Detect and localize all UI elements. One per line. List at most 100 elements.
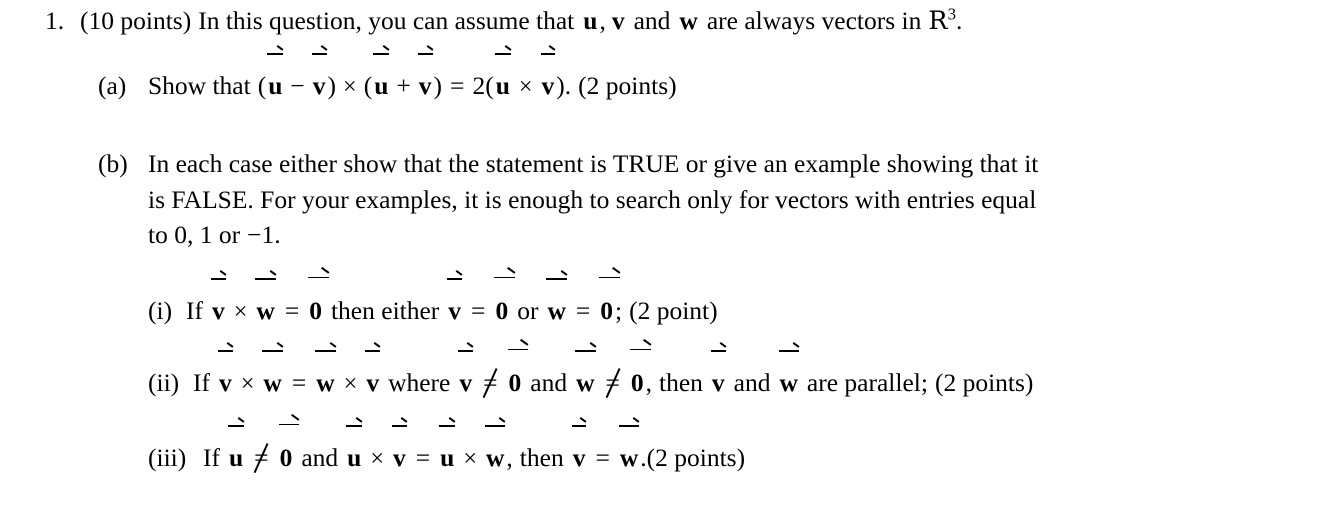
and-word: and bbox=[733, 368, 771, 397]
vector-v: v bbox=[710, 350, 726, 397]
dimension-exponent: 3 bbox=[947, 4, 957, 24]
conjunction-and: and bbox=[633, 6, 671, 35]
subpart-i-marker: (i) bbox=[148, 296, 173, 325]
vector-u: u bbox=[346, 425, 363, 472]
vector-zero: 0 bbox=[308, 276, 329, 325]
part-a-verb: Show that bbox=[148, 71, 251, 100]
vector-w: w bbox=[618, 425, 640, 472]
vector-v: v bbox=[447, 278, 462, 325]
comma: , bbox=[506, 443, 513, 472]
part-b-subpart-ii: (ii) If v × w = w × v where v = 0 and w = 0, then v and w ar… bbox=[148, 348, 1034, 397]
cross-product-operator: × bbox=[370, 445, 384, 472]
part-a-line: (a) Show that (u − v) × (u + v) = 2(u × v). (2 point… bbox=[98, 53, 677, 100]
subpart-iii-points: (2 points) bbox=[646, 443, 746, 472]
question-1-text: (10 points) In this question, you can ass… bbox=[80, 4, 963, 36]
vector-w: w bbox=[778, 350, 800, 397]
not-equals-operator: = bbox=[245, 445, 277, 471]
equals-operator: = bbox=[450, 71, 465, 100]
cross-product-operator: × bbox=[463, 445, 477, 472]
then-word: then bbox=[519, 443, 564, 472]
vector-v: v bbox=[210, 278, 226, 325]
if-word: If bbox=[186, 296, 203, 325]
equals-operator: = bbox=[291, 368, 307, 397]
or-word: or bbox=[517, 296, 539, 325]
vector-zero: 0 bbox=[278, 423, 299, 472]
cross-product-operator: × bbox=[343, 73, 357, 100]
question-stem-after: are always vectors in bbox=[706, 6, 922, 35]
where-word: where bbox=[388, 368, 451, 397]
part-b-text-line-1: In each case either show that the statem… bbox=[148, 149, 1039, 178]
vector-v: v bbox=[458, 350, 473, 397]
cross-product-operator: × bbox=[518, 73, 533, 100]
vector-w: w bbox=[679, 6, 698, 35]
equals-operator: = bbox=[471, 296, 486, 325]
question-comma: , bbox=[599, 6, 606, 35]
equals-operator: = bbox=[595, 443, 610, 472]
vector-w: w bbox=[546, 278, 568, 325]
vector-zero: 0 bbox=[507, 348, 528, 397]
vector-w: w bbox=[575, 350, 596, 397]
part-a-text: Show that (u − v) × (u + v) = 2(u × v). (2 points) bbox=[148, 53, 677, 100]
not-equals-operator: = bbox=[597, 370, 629, 396]
vector-v: v bbox=[217, 350, 233, 397]
part-b-line-2: is FALSE. For your examples, it is enoug… bbox=[148, 187, 1036, 213]
then-word: then bbox=[659, 368, 703, 397]
vector-w: w bbox=[485, 425, 506, 472]
subpart-iii-marker: (iii) bbox=[148, 443, 187, 472]
part-b-subpart-iii: (iii) If u = 0 and u × v = u × w, then v = w.(2 points) bbox=[148, 423, 746, 472]
part-b-marker: (b) bbox=[98, 149, 128, 178]
vector-v: v bbox=[311, 53, 327, 100]
vector-u: u bbox=[583, 6, 598, 35]
and-word: and bbox=[301, 443, 339, 472]
paren-close-2: ) bbox=[433, 71, 443, 100]
vector-w: w bbox=[315, 350, 337, 397]
part-b-text-line-3: to 0, 1 or −1. bbox=[148, 222, 281, 248]
paren-close-3: ) bbox=[556, 71, 565, 100]
real-numbers-symbol: R bbox=[928, 6, 948, 36]
part-b-minus-one: −1 bbox=[247, 220, 275, 249]
vector-u: u bbox=[267, 53, 284, 100]
exercise-page: 1. (10 points) In this question, you can … bbox=[0, 0, 1326, 512]
subpart-i-points: (2 point) bbox=[629, 296, 718, 325]
vector-u: u bbox=[373, 53, 390, 100]
paren-open-1: ( bbox=[257, 71, 267, 100]
cross-product-operator: × bbox=[343, 370, 358, 397]
vector-u: u bbox=[494, 53, 512, 100]
equals-operator: = bbox=[284, 296, 300, 325]
vector-v: v bbox=[611, 6, 625, 35]
cross-product-operator: × bbox=[240, 370, 255, 397]
vector-zero: 0 bbox=[599, 276, 620, 325]
vector-v: v bbox=[540, 53, 556, 100]
vector-w: w bbox=[262, 350, 284, 397]
part-a-period: . bbox=[564, 71, 572, 100]
cross-product-operator: × bbox=[233, 298, 248, 325]
if-word: If bbox=[203, 443, 220, 472]
vector-v: v bbox=[571, 425, 587, 472]
plus-operator: + bbox=[396, 71, 411, 100]
vector-v: v bbox=[392, 425, 407, 472]
minus-operator: − bbox=[290, 71, 305, 100]
paren-open-2: ( bbox=[363, 71, 373, 100]
and-word: and bbox=[530, 368, 568, 397]
subpart-ii-points: (2 points) bbox=[934, 368, 1034, 397]
vector-zero: 0 bbox=[494, 276, 515, 325]
question-number: 1. bbox=[45, 6, 65, 35]
part-b-line-3: to 0, 1 or −1. bbox=[148, 222, 281, 248]
equals-operator: = bbox=[575, 296, 591, 325]
vector-zero: 0 bbox=[629, 348, 651, 397]
paren-open-3: ( bbox=[485, 71, 494, 100]
vector-w: w bbox=[255, 278, 277, 325]
paren-close-1: ) bbox=[327, 71, 337, 100]
part-b-text-line-2: is FALSE. For your examples, it is enoug… bbox=[148, 185, 1037, 214]
part-b-line-1: (b) In each case either show that the st… bbox=[98, 151, 1038, 177]
coefficient-two: 2 bbox=[472, 71, 486, 100]
part-b-line3-period: . bbox=[274, 220, 281, 249]
comma: , bbox=[645, 368, 653, 397]
subpart-ii-text: If v × w = w × v where v = 0 and w = 0, then v and w are par… bbox=[193, 348, 1034, 397]
question-period: . bbox=[956, 6, 963, 35]
vector-u: u bbox=[227, 425, 245, 472]
part-b-subpart-i: (i) If v × w = 0 then either v = 0 or w = 0; (2 point) bbox=[148, 276, 718, 325]
subpart-i-text: If v × w = 0 then either v = 0 or w = 0; (2 point) bbox=[186, 276, 718, 325]
equals-operator: = bbox=[415, 443, 431, 472]
subpart-ii-marker: (ii) bbox=[148, 368, 180, 397]
